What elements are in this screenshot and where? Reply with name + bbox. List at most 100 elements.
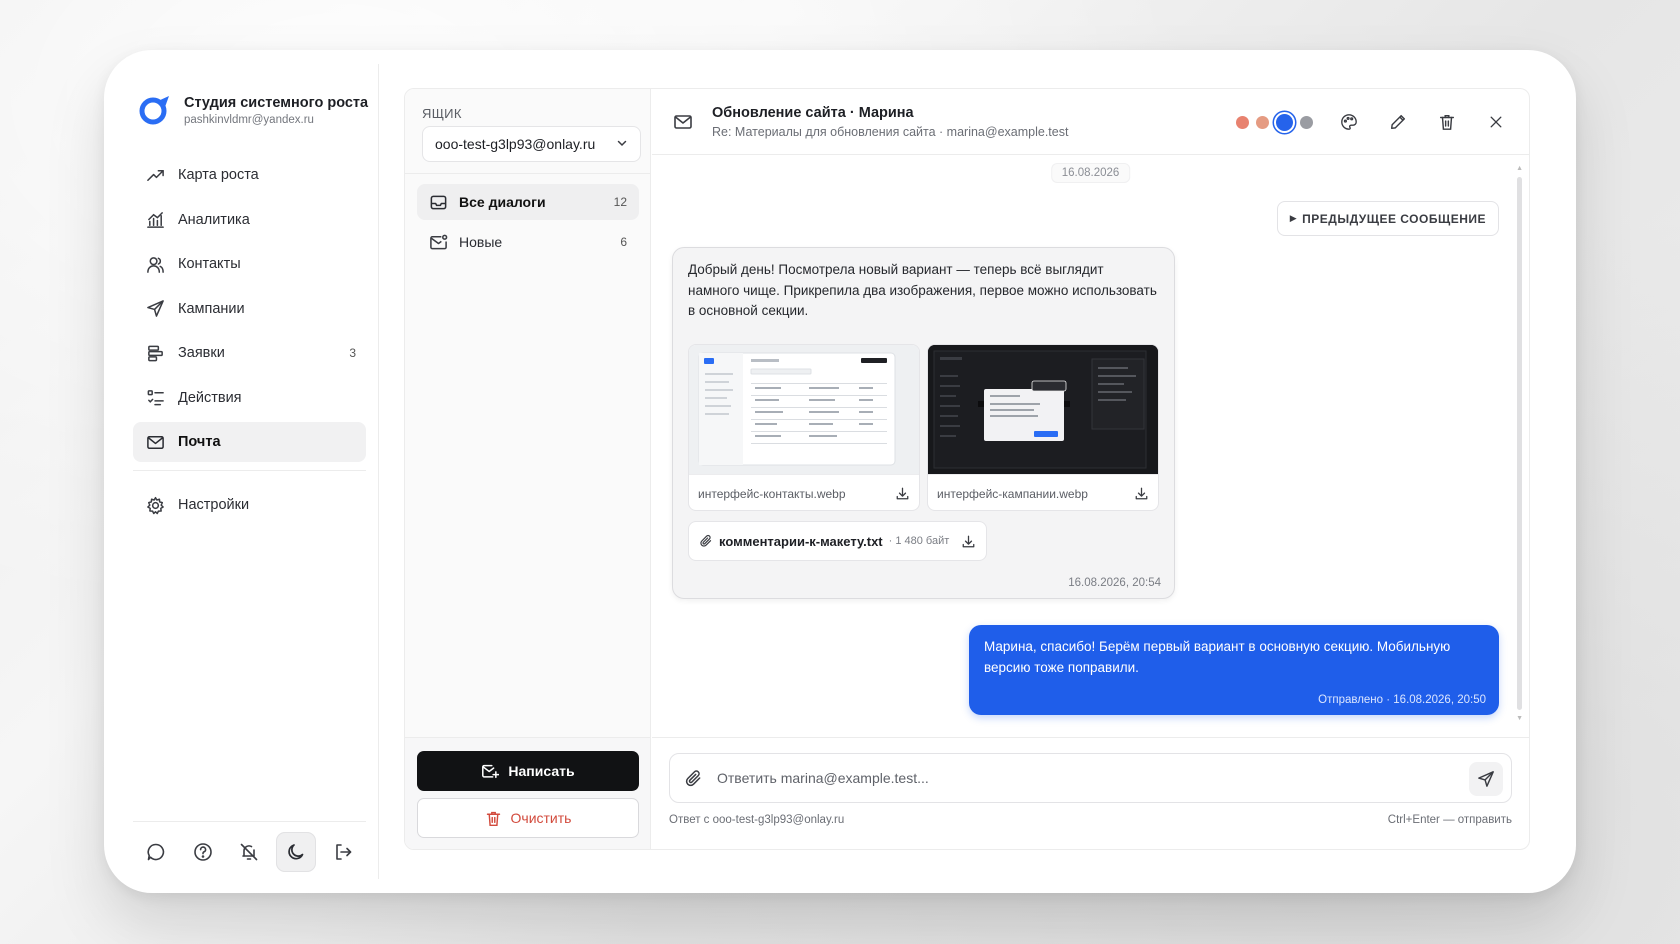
brand-email: pashkinvldmr@yandex.ru [184, 113, 314, 126]
outgoing-message-text: Марина, спасибо! Берём первый вариант в … [984, 639, 1451, 675]
help-button[interactable] [183, 832, 223, 872]
color-option-gray[interactable] [1300, 115, 1313, 129]
attach-button[interactable] [684, 769, 703, 788]
download-icon[interactable] [1134, 486, 1149, 501]
folder-count: 12 [613, 195, 627, 209]
incoming-message-text: Добрый день! Посмотрела новый вариант — … [688, 262, 1157, 318]
compose-button[interactable]: Написать [417, 751, 639, 791]
attachment-thumbnail-dark [928, 345, 1158, 474]
sidebar-item-actions[interactable]: Действия [133, 378, 366, 418]
envelope-icon [670, 109, 696, 135]
chat-icon [147, 843, 165, 861]
attachment-filename: интерфейс-контакты.webp [698, 486, 846, 501]
color-option-peach[interactable] [1256, 115, 1269, 129]
brand[interactable]: Студия системного роста pashkinvldmr@yan… [136, 92, 368, 128]
notifications-off-button[interactable] [229, 832, 269, 872]
edit-button[interactable] [1385, 109, 1411, 135]
composer-footer: Ответ с ooo-test-g3lp93@onlay.ru Ctrl+En… [669, 814, 1512, 826]
outgoing-message: Марина, спасибо! Берём первый вариант в … [969, 625, 1499, 715]
previous-message-button[interactable]: ▶ ПРЕДЫДУЩЕЕ СООБЩЕНИЕ [1276, 201, 1499, 236]
palette-icon [1341, 114, 1357, 130]
sidebar-item-label: Аналитика [178, 211, 250, 228]
scrollbar[interactable] [1517, 177, 1522, 710]
color-option-coral[interactable] [1236, 115, 1249, 129]
mail-icon [145, 432, 165, 452]
file-attachment[interactable]: комментарии-к-макету.txt · 1 480 байт [688, 521, 988, 561]
sidebar-item-label: Настройки [178, 497, 250, 513]
reply-input-placeholder: Ответить marina@example.test... [717, 770, 929, 786]
bell-off-icon [241, 843, 258, 861]
folder-all-dialogs[interactable]: Все диалоги 12 [417, 184, 639, 220]
attachment-footer: интерфейс-контакты.webp [689, 474, 919, 510]
chat-button[interactable] [136, 832, 176, 872]
mailbox-label: ЯЩИК [422, 106, 462, 121]
sidebar-item-campaigns[interactable]: Кампании [133, 289, 366, 329]
dark-ui-preview-image [928, 345, 1158, 474]
mail-panel: ЯЩИК ooo-test-g3lp93@onlay.ru Все диалог… [404, 88, 1530, 850]
file-attachment-size: · 1 480 байт [888, 535, 950, 547]
color-option-blue-selected[interactable] [1276, 113, 1293, 131]
reply-input[interactable]: Ответить marina@example.test... [669, 753, 1512, 803]
reply-composer-area: Ответить marina@example.test... Ответ с … [652, 737, 1529, 849]
dark-mode-toggle[interactable] [276, 832, 317, 872]
sidebar-item-growth-map[interactable]: Карта роста [133, 155, 366, 195]
sidebar-item-analytics[interactable]: Аналитика [133, 200, 366, 240]
trend-up-icon [145, 165, 165, 185]
close-button[interactable] [1483, 109, 1509, 135]
clear-button[interactable]: Очистить [417, 798, 639, 838]
device-frame: Студия системного роста pashkinvldmr@yan… [104, 50, 1576, 893]
scroll-up-arrow[interactable]: ▲ [1516, 165, 1523, 172]
folder-label: Новые [459, 234, 503, 250]
sidebar-item-label: Почта [178, 434, 221, 450]
send-icon [145, 299, 165, 319]
folder-label: Все диалоги [459, 194, 546, 210]
mailbox-select[interactable]: ooo-test-g3lp93@onlay.ru [422, 126, 641, 162]
sidebar-item-label: Действия [178, 389, 242, 406]
conversation-view: Обновление сайта · Марина Re: Материалы … [652, 89, 1529, 849]
triangle-right-icon: ▶ [1289, 213, 1298, 223]
light-ui-preview-image [698, 352, 896, 466]
sidebar-item-label: Кампании [178, 300, 245, 317]
conversation-subject: Обновление сайта · Марина [712, 104, 914, 121]
send-shortcut-hint: Ctrl+Enter — отправить [1387, 814, 1512, 826]
download-icon[interactable] [895, 486, 910, 501]
delete-button[interactable] [1434, 109, 1460, 135]
paperclip-icon [699, 534, 713, 548]
scroll-down-arrow[interactable]: ▼ [1516, 715, 1523, 722]
chevron-down-icon [616, 136, 628, 152]
palette-button[interactable] [1336, 109, 1362, 135]
contacts-icon [145, 254, 165, 274]
inbox-icon [429, 192, 449, 212]
attachment-thumbnail-light [689, 345, 919, 474]
sidebar-item-settings[interactable]: Настройки [133, 485, 366, 525]
conversation-subtitle: Re: Материалы для обновления сайта · mar… [712, 124, 1069, 139]
mailbox-divider [405, 173, 650, 174]
sidebar-item-contacts[interactable]: Контакты [133, 244, 366, 284]
file-attachment-name: комментарии-к-макету.txt [719, 533, 883, 549]
requests-icon [145, 343, 165, 363]
brand-logo-icon [139, 96, 169, 125]
sidebar-item-label: Заявки [178, 345, 225, 361]
download-icon[interactable] [961, 534, 976, 549]
send-icon [1478, 771, 1494, 787]
compose-mail-icon [481, 762, 500, 780]
send-button[interactable] [1469, 762, 1503, 796]
tasks-icon [145, 388, 165, 408]
date-divider: 16.08.2026 [1050, 163, 1131, 183]
logout-icon [335, 844, 351, 860]
sidebar-bottom-bar [133, 821, 366, 872]
clear-label: Очистить [510, 810, 572, 826]
attachment-filename: интерфейс-кампании.webp [937, 486, 1088, 501]
sidebar-item-requests[interactable]: Заявки 3 [133, 333, 366, 373]
logout-button[interactable] [323, 832, 363, 872]
attachment-footer: интерфейс-кампании.webp [928, 474, 1158, 510]
brand-title: Студия системного роста [184, 94, 369, 111]
sidebar-nav: Карта роста Аналитика Контакты Кампании … [133, 155, 366, 530]
sidebar-item-mail[interactable]: Почта [133, 422, 366, 462]
image-attachment[interactable]: интерфейс-контакты.webp [688, 344, 920, 511]
image-attachment[interactable]: интерфейс-кампании.webp [927, 344, 1159, 511]
moon-icon [288, 844, 304, 860]
folder-new[interactable]: Новые 6 [417, 224, 639, 260]
gear-icon [145, 495, 165, 515]
sidebar: Студия системного роста pashkinvldmr@yan… [118, 64, 379, 879]
